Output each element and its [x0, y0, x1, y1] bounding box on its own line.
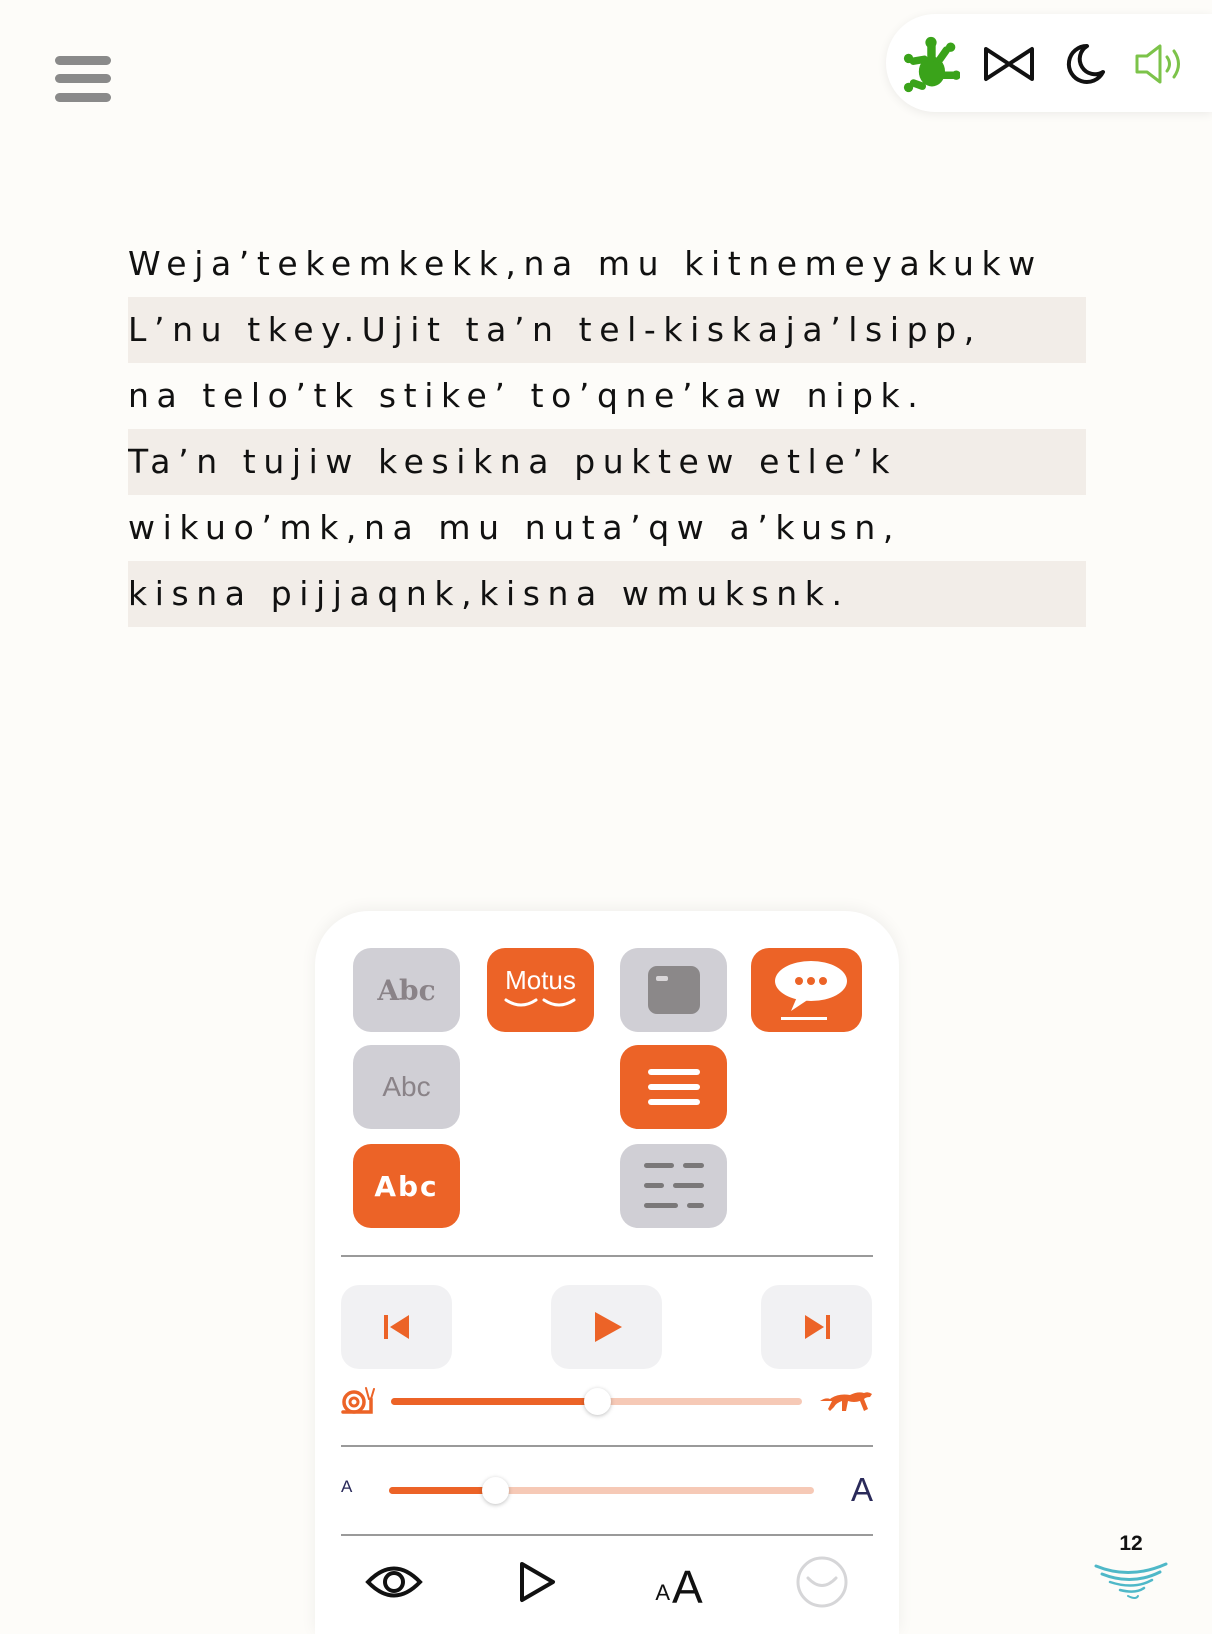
text-box-icon — [647, 966, 700, 1014]
reading-text: Weja’tekemkekk,na mu kitnemeyakukw L’nu … — [128, 231, 1086, 627]
font-sans-label: Abc — [382, 1071, 431, 1102]
text-size-slider-thumb[interactable] — [482, 1477, 510, 1504]
speed-slider-thumb[interactable] — [583, 1388, 611, 1415]
text-line: L’nu tkey.Ujit ta’n tel-kiskaja’lsipp, — [128, 297, 1086, 363]
lines-compact-icon — [647, 1069, 700, 1105]
text-size-slider[interactable] — [389, 1477, 814, 1504]
next-button[interactable] — [761, 1285, 872, 1369]
moon-icon[interactable] — [1056, 38, 1114, 90]
play-button[interactable] — [551, 1285, 662, 1369]
page-number: 12 — [1119, 1532, 1143, 1555]
skip-back-icon — [383, 1315, 409, 1339]
top-toolbar — [886, 14, 1212, 112]
font-dyslexic-label: Abc — [374, 1169, 439, 1203]
text-line: Weja’tekemkekk,na mu kitnemeyakukw — [128, 244, 1043, 283]
line-spacing-compact-button[interactable] — [620, 1045, 727, 1129]
text-line: Ta’n tujiw kesikna puktew etle’k — [128, 429, 1086, 495]
cheetah-icon — [818, 1385, 874, 1415]
speed-slider-fill — [391, 1398, 597, 1405]
eye-icon[interactable] — [359, 1552, 429, 1612]
size-small-label: A — [341, 1477, 353, 1496]
motus-wave-icon — [504, 998, 575, 1006]
small-a-glyph: A — [655, 1580, 670, 1605]
speaker-icon[interactable] — [1132, 38, 1190, 90]
panel-divider — [341, 1445, 873, 1447]
wave-logo-icon — [1094, 1558, 1168, 1604]
font-sans-button[interactable]: Abc — [353, 1045, 460, 1129]
speed-slider[interactable] — [391, 1388, 802, 1415]
lines-spaced-icon — [643, 1163, 704, 1208]
motus-button[interactable]: Motus — [487, 948, 594, 1032]
previous-button[interactable] — [341, 1285, 452, 1369]
line-spacing-wide-button[interactable] — [620, 1144, 727, 1228]
size-large-label: A — [851, 1471, 874, 1508]
large-a-glyph: A — [672, 1561, 703, 1613]
panel-divider — [341, 1255, 873, 1257]
panel-divider — [341, 1534, 873, 1536]
play-icon — [594, 1312, 622, 1342]
text-line: wikuo’mk,na mu nuta’qw a’kusn, — [128, 508, 901, 547]
skip-forward-icon — [804, 1315, 830, 1339]
text-line: kisna pijjaqnk,kisna wmuksnk. — [128, 561, 1086, 627]
motus-label: Motus — [505, 964, 576, 995]
text-box-button[interactable] — [620, 948, 727, 1032]
font-serif-label: Abc — [377, 973, 436, 1007]
text-size-slider-fill — [389, 1487, 496, 1494]
play-outline-icon[interactable] — [502, 1552, 572, 1612]
snail-icon — [341, 1385, 375, 1419]
text-line: na telo’tk stike’ to’qne’kaw nipk. — [128, 376, 926, 415]
hamburger-menu-icon[interactable] — [55, 56, 111, 104]
text-size-tab[interactable]: A A — [644, 1552, 714, 1612]
font-dyslexic-button[interactable]: Abc — [353, 1144, 460, 1228]
collapse-panel-icon[interactable] — [787, 1552, 857, 1612]
reading-settings-panel: Abc Motus Abc Abc A A A A — [315, 911, 899, 1634]
speech-bubble-icon — [774, 961, 847, 1020]
frog-logo-icon[interactable] — [902, 36, 960, 93]
speech-bubble-button[interactable] — [751, 948, 862, 1032]
bowtie-icon[interactable] — [980, 38, 1038, 90]
font-serif-button[interactable]: Abc — [353, 948, 460, 1032]
